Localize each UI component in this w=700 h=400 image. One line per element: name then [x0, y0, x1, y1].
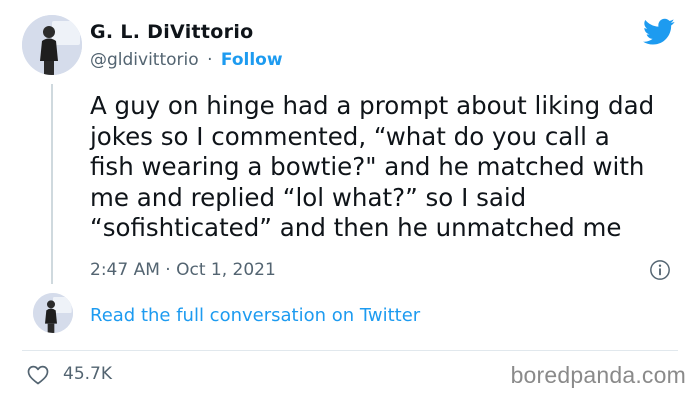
author-handle[interactable]: @gldivittorio [90, 50, 199, 70]
handle-separator: · [207, 50, 213, 70]
author-avatar[interactable] [22, 15, 82, 75]
author-name[interactable]: G. L. DiVittorio [90, 21, 254, 43]
tweet-text: A guy on hinge had a prompt about liking… [90, 91, 655, 242]
thread-connector-line [51, 84, 53, 284]
author-handle-row: @gldivittorio · Follow [90, 50, 283, 70]
twitter-bird-icon[interactable] [643, 18, 675, 46]
like-count[interactable]: 45.7K [63, 364, 112, 384]
follow-button[interactable]: Follow [221, 50, 283, 70]
heart-icon[interactable] [26, 363, 50, 387]
watermark: boredpanda.com [510, 362, 686, 388]
info-icon[interactable] [649, 259, 671, 281]
reply-avatar[interactable] [33, 293, 73, 333]
divider [22, 350, 678, 351]
tweet-timestamp[interactable]: 2:47 AM · Oct 1, 2021 [90, 260, 276, 280]
read-conversation-link[interactable]: Read the full conversation on Twitter [90, 305, 420, 326]
